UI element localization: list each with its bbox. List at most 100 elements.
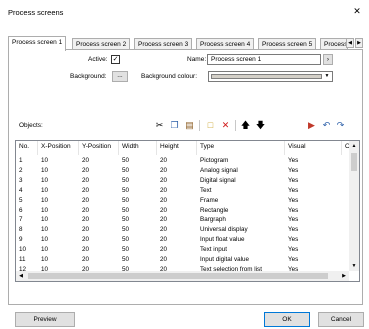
objects-toolbar: Objects: ✂ ❐ ▤ □ ✕ 🡅 🡇 ▶ ↶ ↷ [13,115,360,137]
table-row[interactable]: 2 10 20 50 20 Analog signal Yes [16,166,349,176]
copy-icon[interactable]: ❐ [168,119,181,132]
scroll-right-icon[interactable]: ▶ [339,271,349,281]
table-cell: 50 [122,216,130,224]
name-label: Name: [187,56,207,63]
table-cell: 4 [19,186,23,194]
table-cell: 20 [160,216,168,224]
table-cell: 20 [160,206,168,214]
ok-button[interactable]: OK [264,312,310,327]
objects-label: Objects: [19,122,43,129]
vertical-scrollbar[interactable]: ▲ ▼ [349,141,359,271]
table-cell: 20 [160,176,168,184]
table-row[interactable]: 9 10 20 50 20 Input float value Yes [16,235,349,245]
table-cell: 20 [160,157,168,164]
tab-scroll-left-icon[interactable]: ◀ [346,38,354,48]
table-cell: Yes [288,176,299,184]
preview-button[interactable]: Preview [15,312,75,327]
table-cell: 50 [122,246,130,254]
table-cell: 10 [41,196,49,204]
table-cell: 20 [82,206,90,214]
column-header[interactable]: Y-Position [79,141,119,155]
table-cell: 8 [19,226,23,234]
table-cell: 11 [19,256,26,263]
table-row[interactable]: 5 10 20 50 20 Frame Yes [16,196,349,206]
scroll-thumb[interactable] [351,153,357,171]
table-cell: Yes [288,166,299,174]
horizontal-scrollbar[interactable]: ◀ ▶ [16,271,349,281]
cut-icon[interactable]: ✂ [153,119,166,132]
scroll-down-icon[interactable]: ▼ [349,261,359,271]
table-cell: Yes [288,206,299,214]
table-cell: 20 [160,196,168,204]
tab-strip: Process screen 1 Process screen 2 Proces… [8,36,363,51]
table-row[interactable]: 7 10 20 50 20 Bargraph Yes [16,215,349,225]
column-header[interactable]: Visual [285,141,342,155]
table-cell: Rectangle [200,206,229,214]
table-header: No. X-Position Y-Position Width Height T… [16,141,351,155]
name-edit-button[interactable]: › [323,54,333,65]
table-cell: Text [200,186,212,194]
active-checkbox[interactable]: ✓ [111,55,120,64]
tab-scroll-right-icon[interactable]: ▶ [355,38,363,48]
table-cell: Yes [288,236,299,244]
table-row[interactable]: 11 10 20 50 20 Input digital value Yes [16,255,349,265]
scroll-left-icon[interactable]: ◀ [16,271,26,281]
objects-table[interactable]: No. X-Position Y-Position Width Height T… [15,140,360,282]
table-cell: Digital signal [200,176,236,184]
table-cell: 20 [82,157,90,164]
move-down-icon[interactable]: 🡇 [254,119,267,132]
background-colour-select[interactable]: ▼ [208,71,333,82]
table-cell: 20 [82,196,90,204]
redo-icon[interactable]: ↷ [334,119,347,132]
column-header[interactable]: No. [16,141,38,155]
name-field[interactable]: Process screen 1 [207,54,321,65]
table-row[interactable]: 3 10 20 50 20 Digital signal Yes [16,176,349,186]
active-label: Active: [88,56,108,63]
table-cell: Pictogram [200,157,229,164]
table-cell: 6 [19,206,23,214]
move-up-icon[interactable]: 🡅 [239,119,252,132]
table-cell: 10 [41,246,49,254]
table-row[interactable]: 4 10 20 50 20 Text Yes [16,186,349,196]
new-object-icon[interactable]: □ [204,119,217,132]
column-header[interactable]: Height [157,141,197,155]
table-row[interactable]: 6 10 20 50 20 Rectangle Yes [16,206,349,216]
table-cell: 20 [82,256,90,263]
table-cell: 20 [160,166,168,174]
close-icon[interactable]: ✕ [351,6,363,17]
table-cell: 20 [160,256,168,263]
properties-icon[interactable]: ▶ [305,119,318,132]
tab-process-screen-1[interactable]: Process screen 1 [8,36,67,51]
table-cell: 20 [82,176,90,184]
table-cell: Yes [288,186,299,194]
scroll-up-icon[interactable]: ▲ [349,141,359,151]
cancel-button[interactable]: Cancel [318,312,364,327]
table-row[interactable]: 10 10 20 50 20 Text input Yes [16,245,349,255]
table-cell: 10 [41,186,49,194]
background-browse-button[interactable]: ... [112,71,128,82]
table-cell: Yes [288,196,299,204]
table-cell: 10 [41,226,49,234]
table-cell: 20 [82,216,90,224]
table-cell: 10 [41,236,49,244]
colour-swatch [211,74,322,79]
background-label: Background: [70,73,107,80]
undo-icon[interactable]: ↶ [320,119,333,132]
paste-icon[interactable]: ▤ [183,119,196,132]
table-row[interactable]: 8 10 20 50 20 Universal display Yes [16,225,349,235]
scroll-thumb[interactable] [28,273,328,279]
column-header[interactable]: Type [197,141,285,155]
table-cell: 10 [41,206,49,214]
table-cell: 50 [122,226,130,234]
table-row[interactable]: 1 10 20 50 20 Pictogram Yes [16,156,349,166]
table-cell: 50 [122,166,130,174]
table-cell: 7 [19,216,23,224]
table-cell: 10 [41,157,49,164]
table-cell: 50 [122,157,130,164]
table-cell: 10 [41,256,49,263]
table-cell: Yes [288,157,299,164]
column-header[interactable]: X-Position [38,141,79,155]
delete-icon[interactable]: ✕ [219,119,232,132]
table-cell: Universal display [200,226,248,234]
column-header[interactable]: Width [119,141,157,155]
